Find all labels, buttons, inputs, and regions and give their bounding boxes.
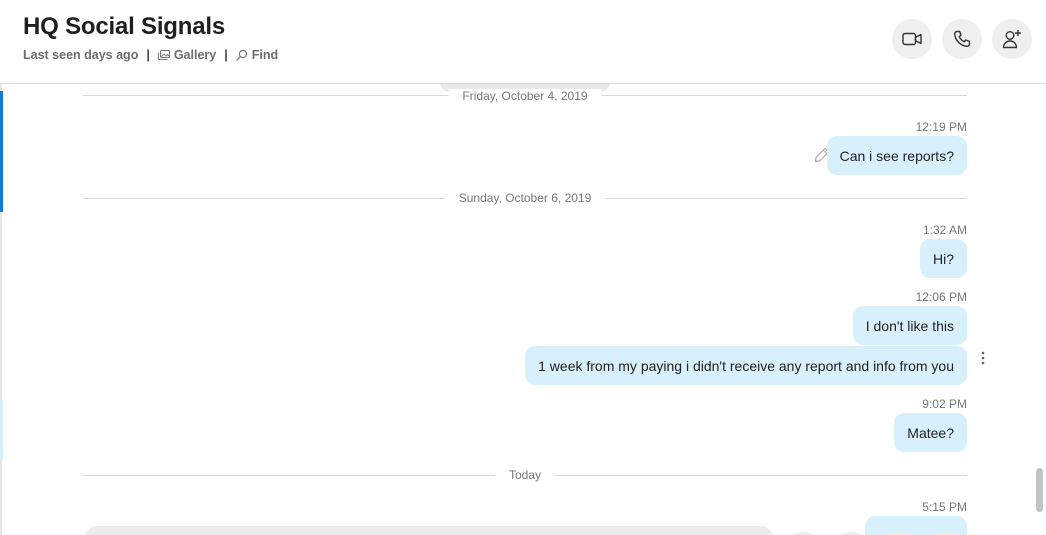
date-divider-label: Sunday, October 6, 2019: [444, 191, 606, 205]
message-bubble[interactable]: Hi?: [919, 239, 967, 278]
audio-call-button[interactable]: [942, 19, 982, 59]
message-bubble[interactable]: Matee?: [894, 413, 967, 452]
scrollbar-thumb[interactable]: [1036, 468, 1043, 512]
message-timestamp: 5:15 PM: [922, 500, 967, 514]
message-options-button[interactable]: [980, 351, 986, 370]
separator: |: [146, 48, 150, 62]
message-timestamp: 1:32 AM: [922, 223, 967, 237]
message-composer[interactable]: [85, 526, 773, 535]
video-call-button[interactable]: [892, 19, 932, 59]
conversation-header: HQ Social Signals Last seen days ago | G…: [0, 0, 1046, 84]
gallery-label: Gallery: [173, 48, 217, 62]
date-divider-label: Friday, October 4, 2019: [448, 89, 602, 103]
last-seen-status: Last seen days ago: [23, 48, 139, 62]
message-timestamp: 9:02 PM: [922, 397, 967, 411]
conversation-title: HQ Social Signals: [23, 13, 225, 40]
add-person-icon: [1002, 30, 1021, 49]
message-bubble[interactable]: Can i see reports?: [826, 136, 967, 175]
search-icon: [236, 49, 247, 61]
date-divider-label: Today: [494, 468, 556, 482]
gallery-link[interactable]: Gallery: [157, 48, 217, 62]
chat-window: HQ Social Signals Last seen days ago | G…: [0, 0, 1046, 535]
find-label: Find: [251, 48, 279, 62]
add-participant-button[interactable]: [992, 19, 1032, 59]
message-bubble[interactable]: I don't like this: [852, 306, 967, 345]
message-bubble[interactable]: 1 week from my paying i didn't receive a…: [525, 346, 967, 385]
message-timestamp: 12:06 PM: [915, 290, 967, 304]
phone-icon: [954, 30, 971, 47]
video-camera-icon: [902, 32, 922, 46]
message-timestamp: 12:19 PM: [915, 120, 967, 134]
gallery-icon: [157, 50, 170, 60]
message-list[interactable]: Friday, October 4, 2019 12:19 PM Can i s…: [0, 84, 1046, 535]
conversation-subline: Last seen days ago | Gallery | Find: [23, 48, 278, 62]
more-vertical-icon: [981, 351, 985, 365]
separator: |: [224, 48, 228, 62]
find-link[interactable]: Find: [236, 48, 278, 62]
